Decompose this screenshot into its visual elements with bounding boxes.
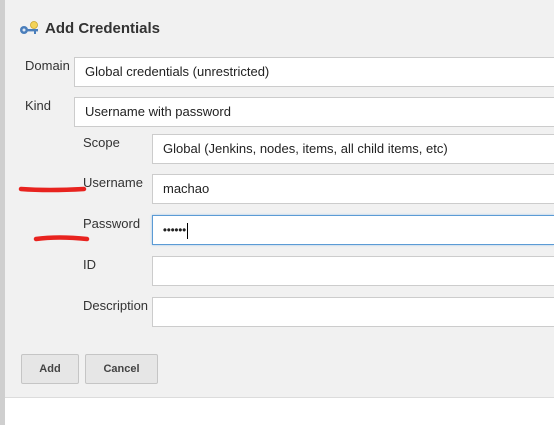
kind-select[interactable]: Username with password [74, 97, 554, 127]
key-icon [19, 20, 41, 36]
dialog-header: Add Credentials [19, 16, 160, 40]
description-input[interactable] [152, 297, 554, 327]
scope-select[interactable]: Global (Jenkins, nodes, items, all child… [152, 134, 554, 164]
description-label: Description [83, 298, 149, 313]
annotation-underline-password [33, 235, 90, 242]
kind-label: Kind [25, 98, 52, 113]
domain-label: Domain [25, 58, 70, 73]
add-button[interactable]: Add [21, 354, 79, 384]
add-credentials-dialog: Add Credentials Domain Global credential… [5, 0, 554, 398]
id-input[interactable] [152, 256, 554, 286]
scope-label: Scope [83, 135, 120, 150]
password-masked-value: •••••• [163, 224, 187, 237]
username-input[interactable]: machao [152, 174, 554, 204]
username-label: Username [83, 175, 143, 190]
cancel-button[interactable]: Cancel [85, 354, 158, 384]
password-label: Password [83, 216, 141, 231]
annotation-underline-username [18, 186, 87, 193]
domain-select[interactable]: Global credentials (unrestricted) [74, 57, 554, 87]
text-caret [187, 222, 189, 239]
id-label: ID [83, 257, 96, 272]
dialog-title: Add Credentials [45, 19, 161, 37]
password-input[interactable]: •••••• [152, 215, 554, 245]
